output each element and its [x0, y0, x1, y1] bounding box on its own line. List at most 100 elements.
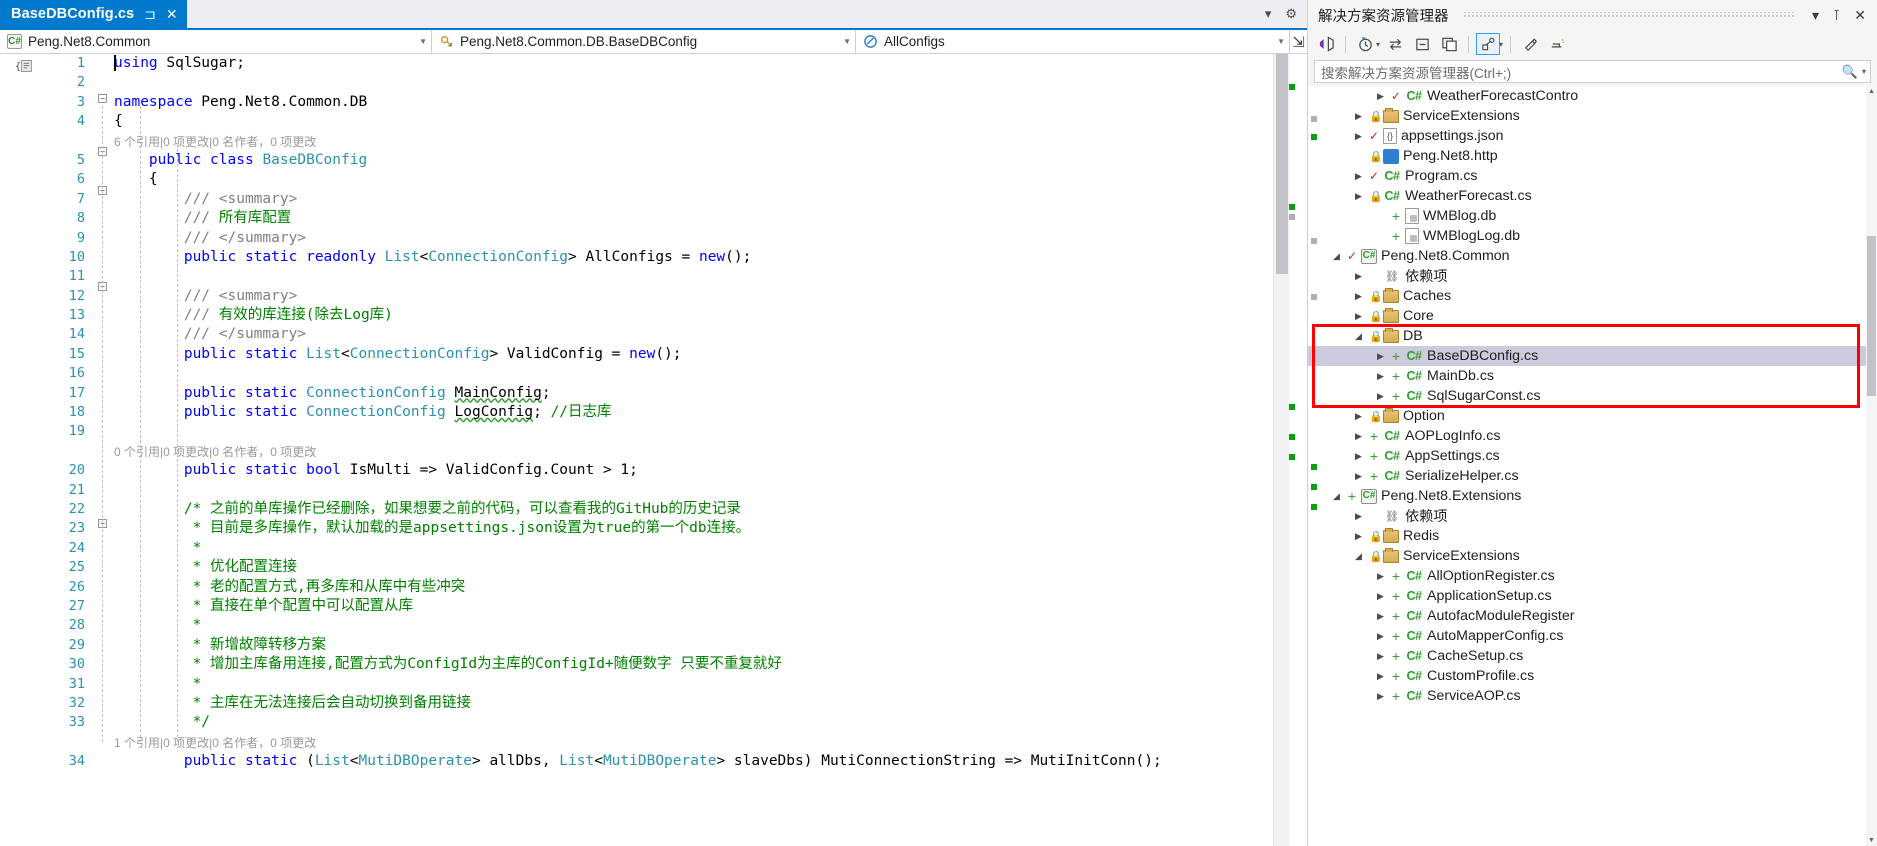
- tree-item-peng-net8-extensions[interactable]: ◢ + C# Peng.Net8.Extensions: [1308, 486, 1877, 506]
- tree-item-basedbconfig-cs[interactable]: ▶ + C# BaseDBConfig.cs: [1308, 346, 1877, 366]
- home-icon[interactable]: [1545, 33, 1569, 55]
- tree-item-alloptionregister-cs[interactable]: ▶ + C# AllOptionRegister.cs: [1308, 566, 1877, 586]
- close-icon[interactable]: ✕: [166, 6, 178, 23]
- expander-collapsed-icon[interactable]: ▶: [1352, 531, 1365, 541]
- code-text[interactable]: using SqlSugar; namespace Peng.Net8.Comm…: [114, 54, 1307, 846]
- chevron-down-icon[interactable]: ▾: [1809, 7, 1822, 24]
- expander-collapsed-icon[interactable]: ▶: [1374, 351, 1387, 361]
- expander-collapsed-icon[interactable]: ▶: [1374, 391, 1387, 401]
- collapse-all-icon[interactable]: [1410, 33, 1434, 55]
- chevron-down-icon[interactable]: ▾: [1265, 6, 1272, 22]
- expander-collapsed-icon[interactable]: ▶: [1374, 631, 1387, 641]
- tree-item-customprofile-cs[interactable]: ▶ + C# CustomProfile.cs: [1308, 666, 1877, 686]
- tree-item-core[interactable]: ▶ 🔒 Core: [1308, 306, 1877, 326]
- expander-collapsed-icon[interactable]: ▶: [1374, 651, 1387, 661]
- tree-item-[interactable]: ▶ ⛓ 依赖项: [1308, 266, 1877, 286]
- expander-collapsed-icon[interactable]: ▶: [1374, 671, 1387, 681]
- tab-basedbconfig-cs[interactable]: BaseDBConfig.cs ⊐ ✕: [0, 0, 187, 28]
- scrollbar-thumb[interactable]: [1276, 54, 1288, 274]
- tree-item-serviceextensions[interactable]: ◢ 🔒 ServiceExtensions: [1308, 546, 1877, 566]
- tree-item-applicationsetup-cs[interactable]: ▶ + C# ApplicationSetup.cs: [1308, 586, 1877, 606]
- expander-collapsed-icon[interactable]: ▶: [1374, 591, 1387, 601]
- chevron-down-icon[interactable]: ▾: [1499, 40, 1503, 49]
- expander-expanded-icon[interactable]: ◢: [1330, 491, 1343, 501]
- scrollbar-thumb[interactable]: [1867, 236, 1876, 396]
- navbar-member-dropdown[interactable]: AllConfigs ▼: [856, 30, 1290, 54]
- chevron-down-icon[interactable]: ▼: [837, 37, 851, 46]
- tree-item-[interactable]: ▶ ⛓ 依赖项: [1308, 506, 1877, 526]
- properties-icon[interactable]: [1476, 33, 1501, 55]
- pin-icon[interactable]: ⊐: [144, 6, 156, 23]
- search-input[interactable]: 搜索解决方案资源管理器(Ctrl+;): [1321, 62, 1842, 82]
- expander-collapsed-icon[interactable]: ▶: [1374, 91, 1387, 101]
- chevron-down-icon[interactable]: ▼: [1271, 37, 1285, 46]
- expander-collapsed-icon[interactable]: ▶: [1352, 111, 1365, 121]
- chevron-down-icon[interactable]: ▼: [413, 37, 427, 46]
- tree-item-program-cs[interactable]: ▶ ✓ C# Program.cs: [1308, 166, 1877, 186]
- expander-collapsed-icon[interactable]: ▶: [1352, 131, 1365, 141]
- scroll-down-arrow-icon[interactable]: ▼: [1866, 835, 1877, 846]
- pending-changes-icon[interactable]: [1353, 33, 1377, 55]
- tree-item-sqlsugarconst-cs[interactable]: ▶ + C# SqlSugarConst.cs: [1308, 386, 1877, 406]
- close-icon[interactable]: ✕: [1851, 7, 1869, 24]
- expander-expanded-icon[interactable]: ◢: [1352, 551, 1365, 561]
- code-editor[interactable]: { 1234 5 6 7 8 9 10 11 12 13 14 15 16 17 18 19 20 21 22 2…: [0, 54, 1307, 846]
- navbar-type-dropdown[interactable]: Peng.Net8.Common.DB.BaseDBConfig ▼: [432, 30, 856, 54]
- editor-vertical-scrollbar[interactable]: [1273, 54, 1289, 846]
- tree-item-serviceextensions[interactable]: ▶ 🔒 ServiceExtensions: [1308, 106, 1877, 126]
- tree-item-wmbloglog-db[interactable]: + WMBlogLog.db: [1308, 226, 1877, 246]
- tree-item-maindb-cs[interactable]: ▶ + C# MainDb.cs: [1308, 366, 1877, 386]
- fold-toggle-icon[interactable]: −: [98, 94, 107, 103]
- expander-collapsed-icon[interactable]: ▶: [1352, 411, 1365, 421]
- expander-collapsed-icon[interactable]: ▶: [1352, 471, 1365, 481]
- tree-item-weatherforecastcontro[interactable]: ▶ ✓ C# WeatherForecastContro: [1308, 86, 1877, 106]
- tree-item-caches[interactable]: ▶ 🔒 Caches: [1308, 286, 1877, 306]
- pin-icon[interactable]: ⊺: [1830, 7, 1843, 24]
- gear-icon[interactable]: ⚙: [1285, 6, 1297, 22]
- tree-item-wmblog-db[interactable]: + WMBlog.db: [1308, 206, 1877, 226]
- tree-item-autofacmoduleregister[interactable]: ▶ + C# AutofacModuleRegister: [1308, 606, 1877, 626]
- tree-item-cachesetup-cs[interactable]: ▶ + C# CacheSetup.cs: [1308, 646, 1877, 666]
- expander-collapsed-icon[interactable]: ▶: [1352, 431, 1365, 441]
- solution-explorer-search-box[interactable]: 搜索解决方案资源管理器(Ctrl+;) 🔍 ▾: [1314, 60, 1871, 83]
- refresh-icon[interactable]: [1518, 33, 1542, 55]
- show-all-files-icon[interactable]: [1437, 33, 1461, 55]
- tree-item-serializehelper-cs[interactable]: ▶ + C# SerializeHelper.cs: [1308, 466, 1877, 486]
- tree-vertical-scrollbar[interactable]: ▲ ▼: [1866, 86, 1877, 846]
- expander-collapsed-icon[interactable]: ▶: [1352, 311, 1365, 321]
- tree-item-appsettings-cs[interactable]: ▶ + C# AppSettings.cs: [1308, 446, 1877, 466]
- tree-item-peng-net8-http[interactable]: 🔒 Peng.Net8.http: [1308, 146, 1877, 166]
- tree-item-redis[interactable]: ▶ 🔒 Redis: [1308, 526, 1877, 546]
- tree-item-option[interactable]: ▶ 🔒 Option: [1308, 406, 1877, 426]
- navbar-project-dropdown[interactable]: C# Peng.Net8.Common ▼: [0, 30, 432, 54]
- expander-collapsed-icon[interactable]: ▶: [1352, 191, 1365, 201]
- expander-collapsed-icon[interactable]: ▶: [1352, 451, 1365, 461]
- expander-collapsed-icon[interactable]: ▶: [1352, 291, 1365, 301]
- panel-drag-grip[interactable]: [1462, 12, 1795, 18]
- expander-expanded-icon[interactable]: ◢: [1352, 331, 1365, 341]
- sync-with-active-document-icon[interactable]: [1383, 33, 1407, 55]
- code-view-icon[interactable]: [1314, 33, 1338, 55]
- tree-item-appsettings-json[interactable]: ▶ ✓{} appsettings.json: [1308, 126, 1877, 146]
- tree-item-automapperconfig-cs[interactable]: ▶ + C# AutoMapperConfig.cs: [1308, 626, 1877, 646]
- tree-item-aoploginfo-cs[interactable]: ▶ + C# AOPLogInfo.cs: [1308, 426, 1877, 446]
- outlining-margin[interactable]: − − − − −: [92, 54, 114, 846]
- expander-collapsed-icon[interactable]: ▶: [1374, 611, 1387, 621]
- scroll-up-arrow-icon[interactable]: ▲: [1866, 86, 1877, 97]
- tree-item-weatherforecast-cs[interactable]: ▶ 🔒 C# WeatherForecast.cs: [1308, 186, 1877, 206]
- expander-collapsed-icon[interactable]: ▶: [1374, 371, 1387, 381]
- tree-item-serviceaop-cs[interactable]: ▶ + C# ServiceAOP.cs: [1308, 686, 1877, 706]
- tree-item-peng-net8-common[interactable]: ◢ ✓ C# Peng.Net8.Common: [1308, 246, 1877, 266]
- expander-collapsed-icon[interactable]: ▶: [1352, 171, 1365, 181]
- expander-collapsed-icon[interactable]: ▶: [1374, 571, 1387, 581]
- expander-expanded-icon[interactable]: ◢: [1330, 251, 1343, 261]
- expander-collapsed-icon[interactable]: ▶: [1352, 511, 1365, 521]
- split-editor-icon[interactable]: ⇲: [1290, 30, 1307, 54]
- chevron-down-icon[interactable]: ▾: [1862, 67, 1866, 76]
- solution-tree[interactable]: ▶ ✓ C# WeatherForecastContro ▶ 🔒 ServiceExtens…: [1308, 86, 1877, 846]
- expander-collapsed-icon[interactable]: ▶: [1352, 271, 1365, 281]
- tree-item-db[interactable]: ◢ 🔒 DB: [1308, 326, 1877, 346]
- search-icon[interactable]: 🔍: [1842, 64, 1858, 80]
- chevron-down-icon[interactable]: ▾: [1376, 40, 1380, 49]
- expander-collapsed-icon[interactable]: ▶: [1374, 691, 1387, 701]
